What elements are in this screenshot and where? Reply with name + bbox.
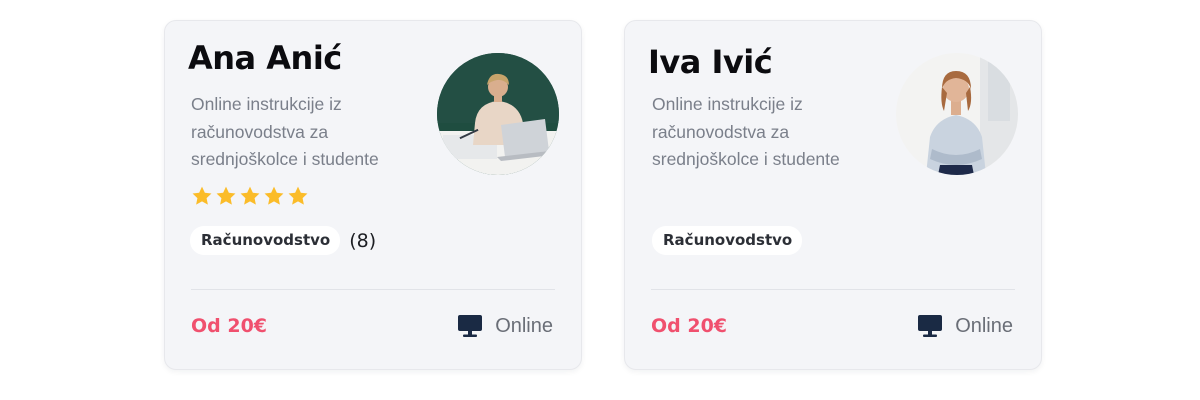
divider: [651, 289, 1015, 290]
mode-label: Online: [955, 314, 1013, 337]
star-icon: [192, 186, 212, 205]
tutor-name[interactable]: Iva Ivić: [648, 43, 773, 81]
monitor-icon: [918, 315, 943, 337]
tutor-description: Online instrukcije iz računovodstva za s…: [191, 94, 379, 169]
tutor-avatar[interactable]: [437, 53, 559, 175]
tag-row: Računovodstvo (8): [190, 226, 376, 255]
tutor-card[interactable]: Iva Ivić Online instrukcije iz računovod…: [624, 20, 1042, 370]
tutor-name[interactable]: Ana Anić: [188, 39, 342, 77]
price-label: Od 20€: [651, 315, 728, 337]
rating-stars: [191, 185, 309, 207]
star-icon: [288, 186, 308, 205]
star-icon: [216, 186, 236, 205]
lesson-mode: Online: [457, 314, 553, 338]
lesson-mode: Online: [917, 314, 1013, 338]
tutor-cards: Ana Anić Online instrukcije iz računovod…: [0, 0, 1200, 400]
tutor-description: Online instrukcije iz računovodstva za s…: [652, 94, 840, 169]
price-label: Od 20€: [191, 315, 268, 337]
star-icon: [240, 186, 260, 205]
subject-tag[interactable]: Računovodstvo: [190, 226, 341, 255]
tutor-avatar[interactable]: [896, 53, 1018, 175]
monitor-icon: [458, 315, 483, 337]
mode-label: Online: [495, 314, 553, 337]
star-icon: [264, 186, 284, 205]
review-count: (8): [349, 229, 377, 252]
tutor-card[interactable]: Ana Anić Online instrukcije iz računovod…: [164, 20, 582, 370]
subject-tag[interactable]: Računovodstvo: [652, 226, 803, 255]
divider: [191, 289, 555, 290]
tag-row: Računovodstvo: [652, 226, 803, 255]
